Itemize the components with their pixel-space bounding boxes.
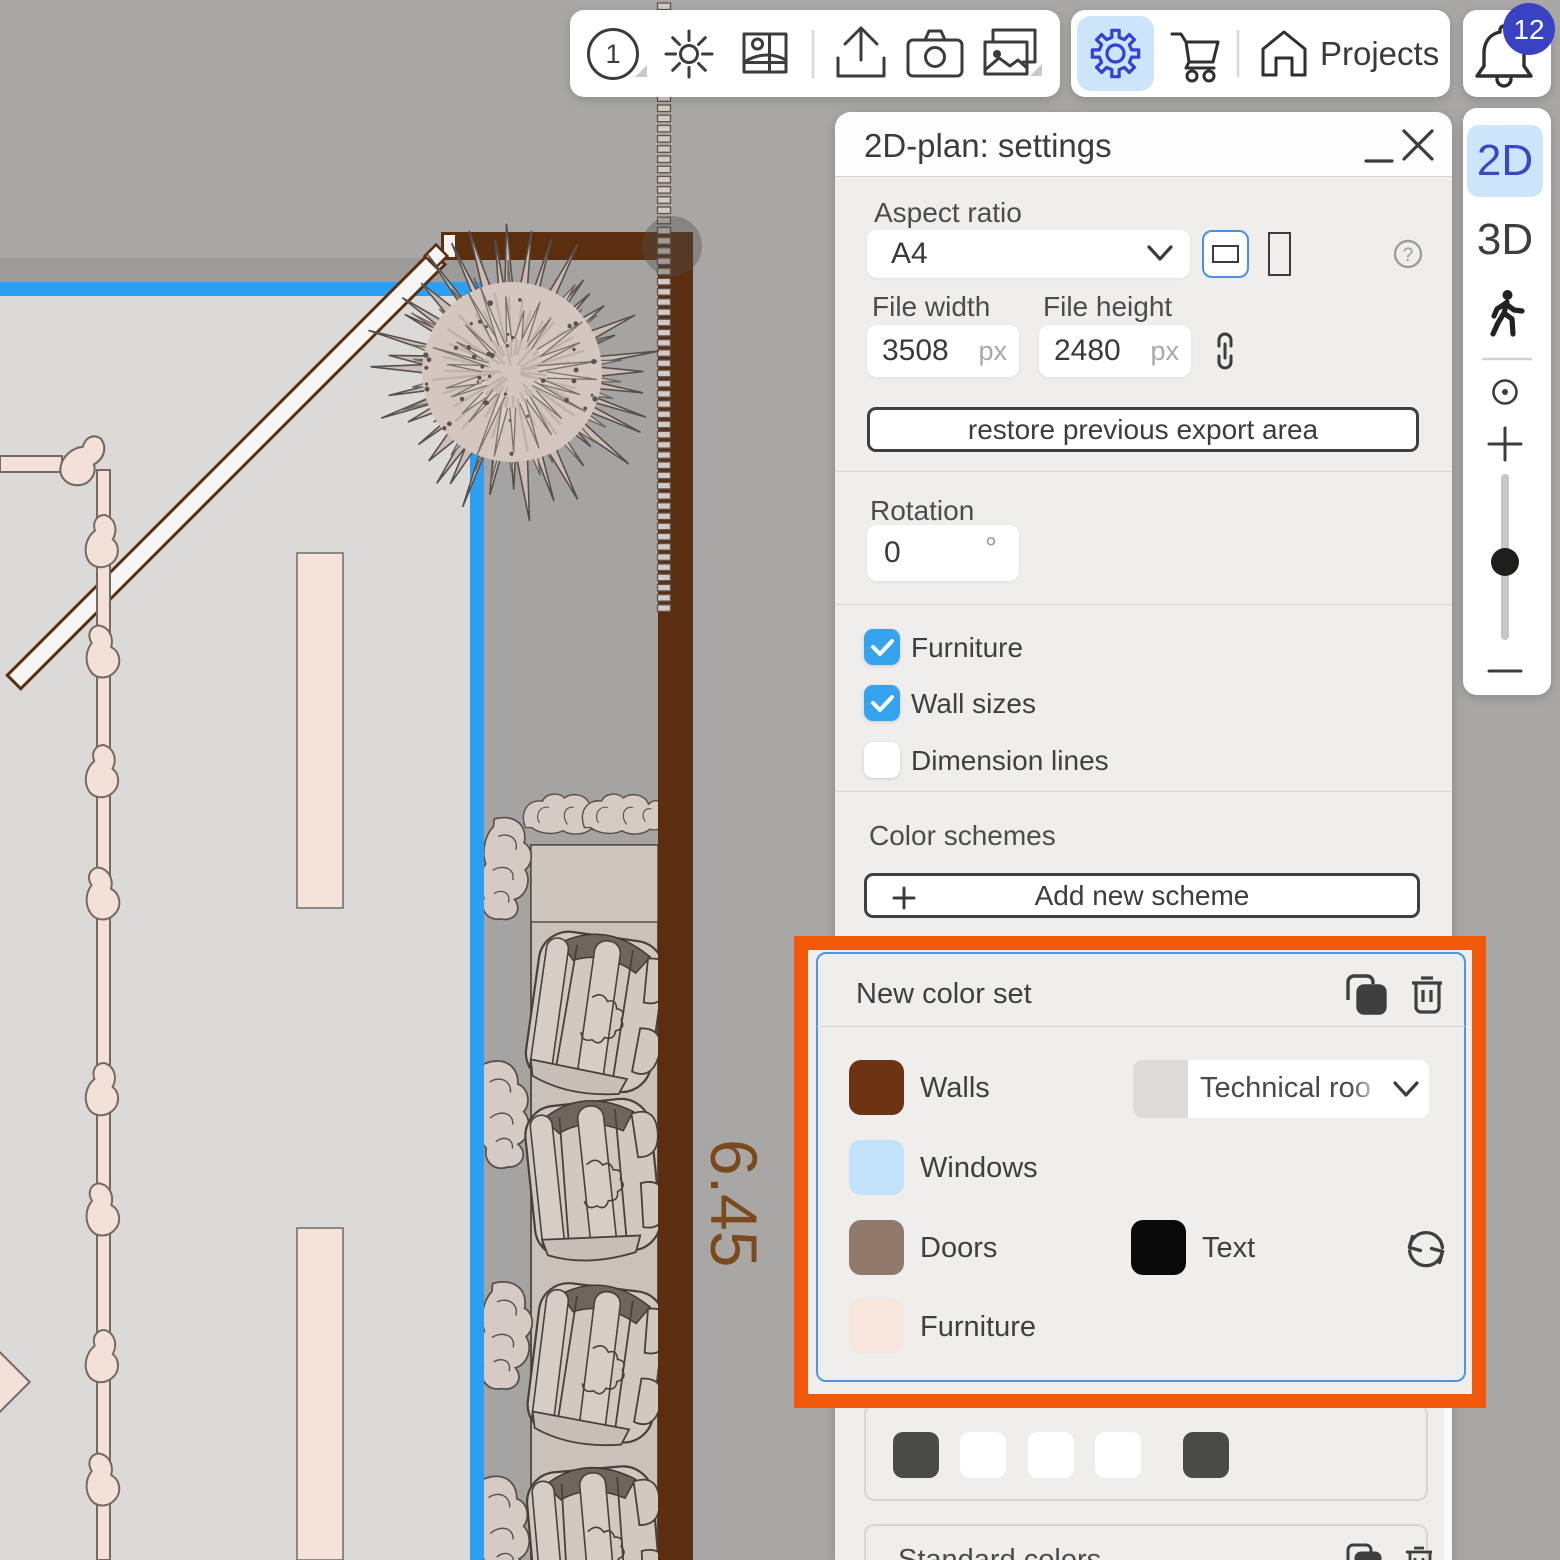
svg-text:?: ? — [1403, 245, 1414, 266]
svg-text:6.45: 6.45 — [697, 1139, 771, 1267]
svg-text:12: 12 — [1513, 14, 1544, 45]
svg-text:Projects: Projects — [1320, 35, 1439, 72]
svg-text:1: 1 — [605, 39, 620, 69]
